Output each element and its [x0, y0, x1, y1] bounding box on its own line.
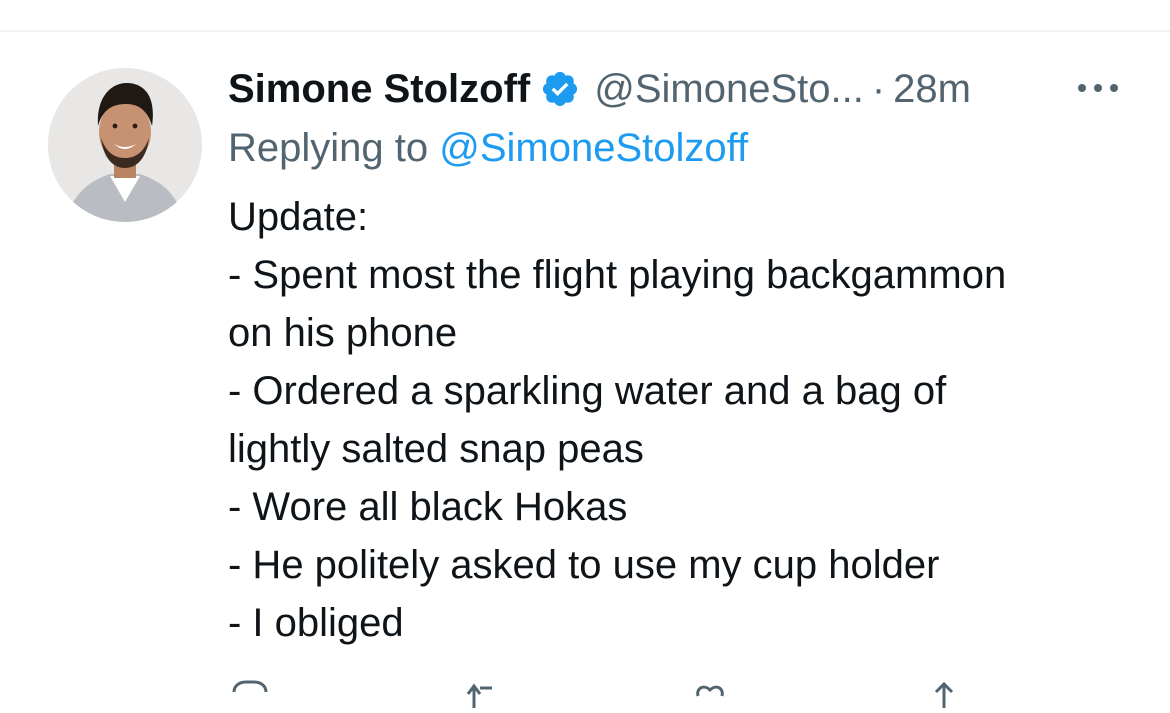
reply-mention-link[interactable]: @SimoneStolzoff — [439, 126, 748, 170]
tweet-body: Update: - Spent most the flight playing … — [228, 188, 1138, 652]
handle[interactable]: @SimoneSto... — [594, 67, 864, 112]
like-icon[interactable] — [690, 678, 734, 708]
body-line: - Spent most the flight playing backgamm… — [228, 253, 1007, 297]
body-line: - I obliged — [228, 601, 404, 645]
tweet-actions — [228, 678, 1128, 708]
more-options-icon[interactable] — [1072, 76, 1124, 100]
avatar-photo — [48, 68, 202, 222]
reply-context: Replying to @SimoneStolzoff — [228, 120, 1138, 176]
verified-badge-icon — [540, 69, 580, 109]
separator-dot: · — [871, 66, 886, 111]
body-line: lightly salted snap peas — [228, 427, 644, 471]
share-icon[interactable] — [922, 678, 966, 708]
timestamp[interactable]: 28m — [893, 67, 971, 112]
body-line: - Wore all black Hokas — [228, 485, 628, 529]
tweet-header: Simone Stolzoff @SimoneSto... · 28m — [228, 62, 1138, 116]
display-name[interactable]: Simone Stolzoff — [228, 67, 530, 112]
body-line: - He politely asked to use my cup holder — [228, 543, 940, 587]
body-line: Update: — [228, 195, 369, 239]
reply-prefix: Replying to — [228, 126, 440, 170]
top-divider — [0, 30, 1170, 32]
body-line: on his phone — [228, 311, 458, 355]
retweet-icon[interactable] — [460, 678, 504, 708]
body-line: - Ordered a sparkling water and a bag of — [228, 369, 947, 413]
avatar[interactable] — [48, 68, 202, 222]
tweet[interactable]: Simone Stolzoff @SimoneSto... · 28m Repl… — [228, 62, 1138, 652]
reply-icon[interactable] — [228, 678, 272, 708]
